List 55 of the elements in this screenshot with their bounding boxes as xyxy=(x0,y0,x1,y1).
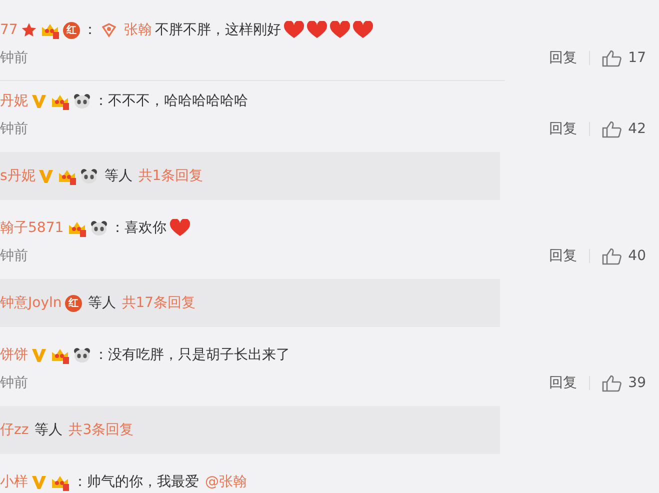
reply-link[interactable]: 回复 xyxy=(549,374,578,392)
panda-icon xyxy=(73,347,91,363)
comment-text: 不胖不胖，这样刚好 xyxy=(154,21,281,39)
panda-icon xyxy=(80,168,98,184)
thumbs-up-icon xyxy=(602,247,622,265)
panda-icon xyxy=(90,220,108,236)
heart-icon xyxy=(352,21,373,39)
reply-count-link[interactable]: 共1条回复 xyxy=(138,167,204,185)
comment-text: ：帅气的你，我最爱 xyxy=(73,473,199,491)
comment-text: ：不不不，哈哈哈哈哈哈 xyxy=(94,92,248,110)
comment-text: ：喜欢你 xyxy=(110,219,167,237)
like-button[interactable]: 17 xyxy=(602,49,646,67)
heart-icon xyxy=(306,21,327,39)
others-label: 等人 xyxy=(88,294,116,312)
reply-count-link[interactable]: 共17条回复 xyxy=(122,294,196,312)
user-name[interactable]: 77 xyxy=(0,22,18,38)
others-label: 等人 xyxy=(34,421,63,439)
level-badge: 红 xyxy=(64,294,82,312)
user-name[interactable]: 饼饼 xyxy=(0,346,28,364)
link-icon xyxy=(100,22,118,38)
mention-link[interactable]: @张翰 xyxy=(205,473,247,491)
v-badge-icon xyxy=(38,168,54,184)
like-button[interactable]: 40 xyxy=(602,247,646,265)
v-badge-icon xyxy=(31,93,47,109)
like-button[interactable]: 42 xyxy=(602,120,646,138)
others-label: 等人 xyxy=(104,167,132,185)
comment-text: ： xyxy=(82,21,97,39)
thumbs-up-icon xyxy=(602,374,622,392)
comment-time: 钟前 xyxy=(0,120,28,138)
like-button[interactable]: 39 xyxy=(602,374,646,392)
level-badge: 红 xyxy=(62,22,80,38)
reply-count-link[interactable]: 共3条回复 xyxy=(68,421,134,439)
v-badge-icon xyxy=(31,474,47,490)
comment-time: 钟前 xyxy=(0,49,28,67)
user-name[interactable]: 翰子5871 xyxy=(0,219,64,237)
v-badge-icon xyxy=(31,347,47,363)
thumbs-up-icon xyxy=(602,120,622,138)
mention-link[interactable]: 张翰 xyxy=(124,21,152,39)
panda-icon xyxy=(73,93,91,109)
user-name[interactable]: 小样 xyxy=(0,473,28,491)
user-name[interactable]: 丹妮 xyxy=(0,92,28,110)
thumbs-up-icon xyxy=(602,49,622,67)
heart-icon xyxy=(170,219,190,237)
user-name[interactable]: 钟意Joyln xyxy=(0,294,62,312)
comment-text: ：没有吃胖，只是胡子长出来了 xyxy=(94,346,290,364)
heart-icon xyxy=(284,21,304,39)
heart-icon xyxy=(330,21,350,39)
reply-link[interactable]: 回复 xyxy=(549,49,578,67)
comment-time: 钟前 xyxy=(0,247,28,265)
user-name[interactable]: s丹妮 xyxy=(0,167,36,185)
star-icon xyxy=(20,22,37,38)
user-name[interactable]: 仔zz xyxy=(0,421,29,439)
reply-link[interactable]: 回复 xyxy=(549,247,578,265)
reply-link[interactable]: 回复 xyxy=(549,120,578,138)
comment-time: 钟前 xyxy=(0,374,28,392)
